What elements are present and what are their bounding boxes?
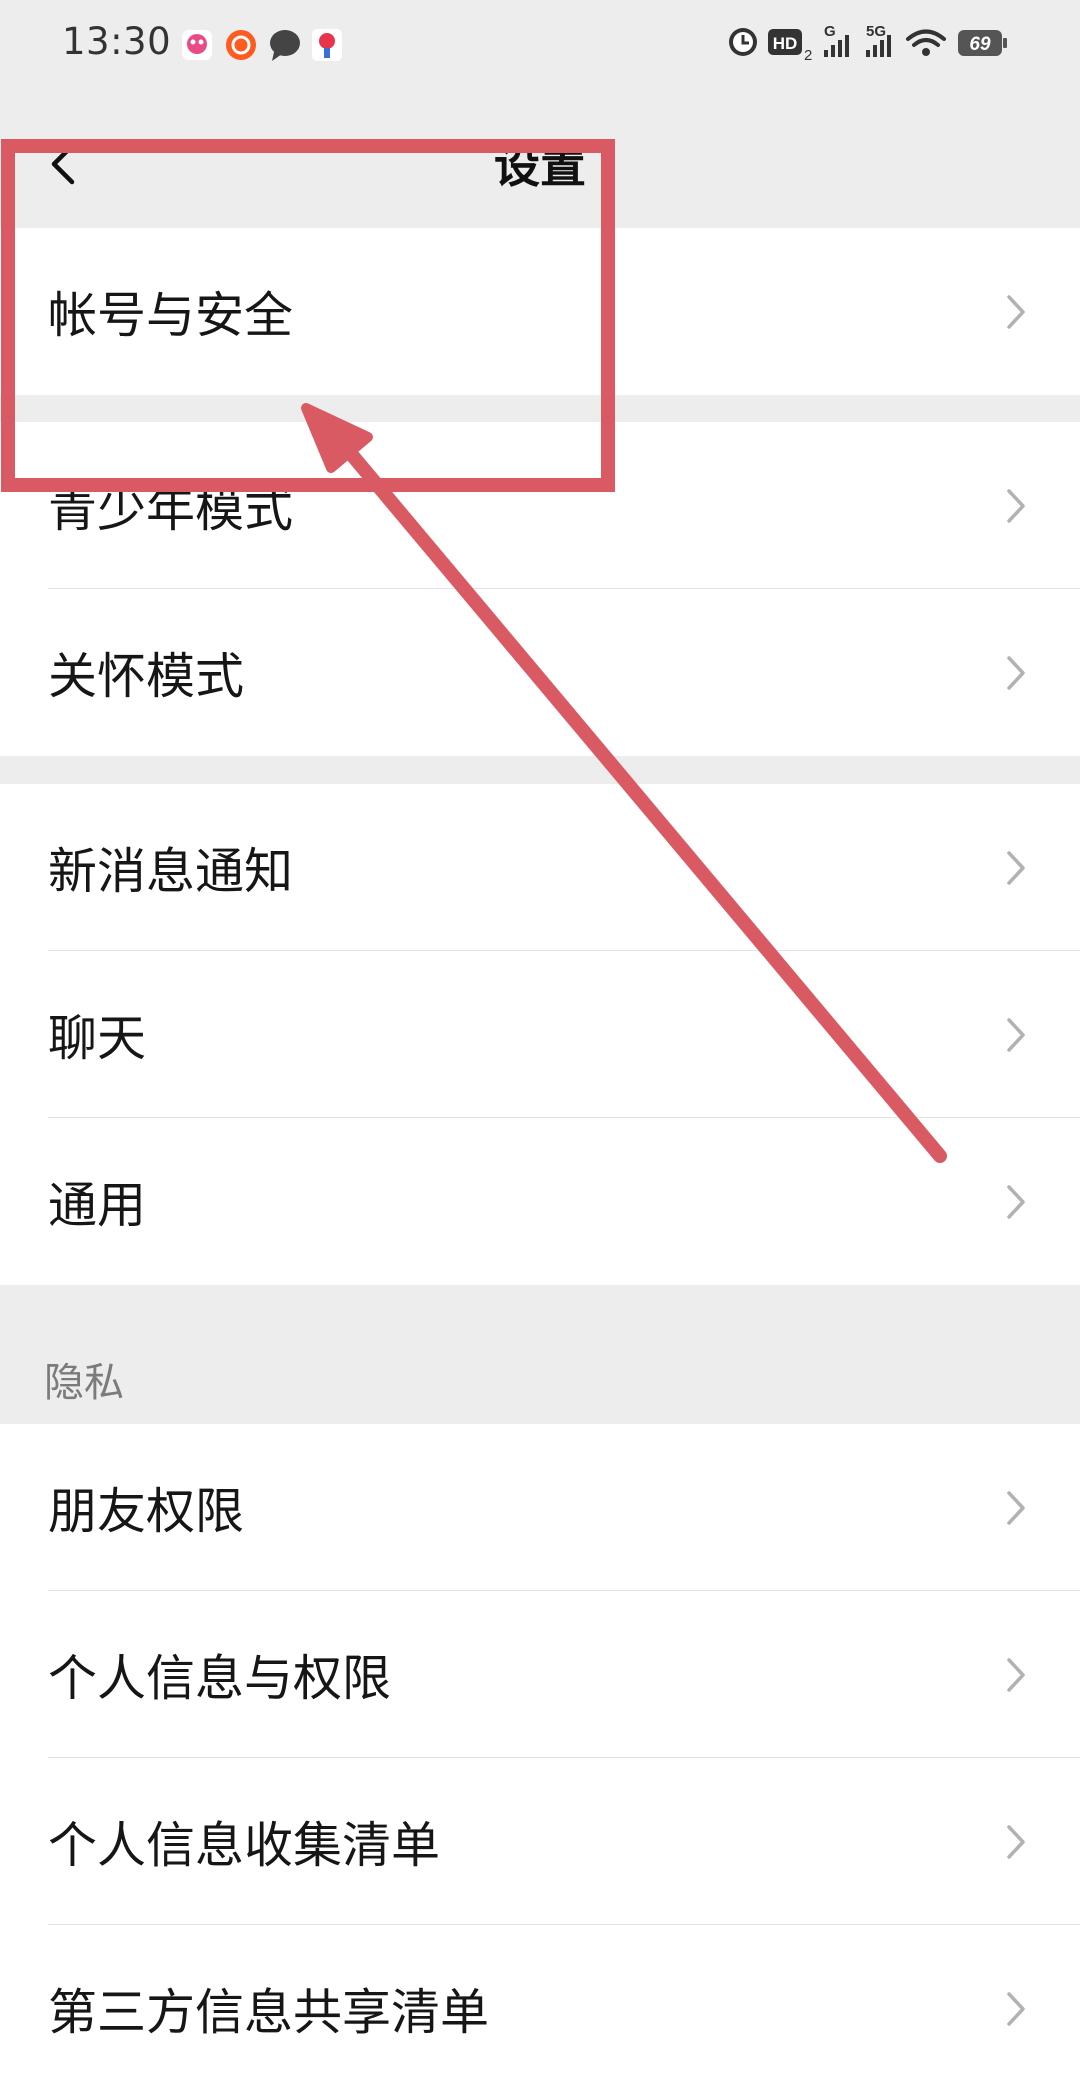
signal-g-icon: G <box>824 23 849 57</box>
map-pin-app-icon <box>312 29 342 61</box>
battery-icon: 69 <box>958 30 1007 56</box>
signal-5g-icon: 5G <box>866 23 891 57</box>
settings-item-label: 朋友权限 <box>48 1483 245 1540</box>
settings-group-modes: 青少年模式 关怀模式 <box>0 422 1080 756</box>
message-icon <box>270 30 300 61</box>
taobao-app-icon <box>226 30 256 60</box>
chevron-right-icon <box>1007 656 1025 690</box>
5g-label: 5G <box>866 23 886 40</box>
settings-group-privacy: 朋友权限 个人信息与权限 个人信息收集清单 第三方信息共享清单 <box>0 1424 1080 2092</box>
chevron-right-icon <box>1007 1992 1025 2026</box>
notification-icons <box>178 24 348 64</box>
settings-item-label: 第三方信息共享清单 <box>48 1984 490 2041</box>
hd-label: HD <box>773 34 798 53</box>
chevron-right-icon <box>1007 1018 1025 1052</box>
settings-item-personal-info-permissions[interactable]: 个人信息与权限 <box>0 1591 1080 1758</box>
settings-item-label: 聊天 <box>48 1010 147 1067</box>
nav-bar: 设置 <box>0 100 1080 226</box>
system-status-icons: HD 2 G 5G 69 <box>720 20 1080 68</box>
battery-level: 69 <box>969 34 991 55</box>
settings-item-label: 关怀模式 <box>48 648 245 705</box>
settings-item-info-collection-list[interactable]: 个人信息收集清单 <box>0 1758 1080 1925</box>
settings-item-notifications[interactable]: 新消息通知 <box>0 784 1080 951</box>
settings-group-general: 新消息通知 聊天 通用 <box>0 784 1080 1285</box>
settings-item-third-party-sharing-list[interactable]: 第三方信息共享清单 <box>0 1925 1080 2092</box>
chevron-right-icon <box>1007 1491 1025 1525</box>
sim-number: 2 <box>804 47 812 64</box>
chevron-right-icon <box>1007 1185 1025 1219</box>
settings-item-teen-mode[interactable]: 青少年模式 <box>0 422 1080 589</box>
settings-item-general[interactable]: 通用 <box>0 1118 1080 1285</box>
settings-item-friend-permissions[interactable]: 朋友权限 <box>0 1424 1080 1591</box>
g-label: G <box>824 23 836 40</box>
hd-icon: HD 2 <box>768 29 812 64</box>
chevron-right-icon <box>1007 295 1025 329</box>
chevron-right-icon <box>1007 1825 1025 1859</box>
status-time: 13:30 <box>62 20 172 63</box>
settings-item-account-security[interactable]: 帐号与安全 <box>0 228 1080 395</box>
settings-item-label: 个人信息收集清单 <box>48 1817 441 1874</box>
settings-item-label: 帐号与安全 <box>48 287 294 344</box>
wifi-icon <box>906 29 946 56</box>
chevron-right-icon <box>1007 489 1025 523</box>
section-header-privacy: 隐私 <box>44 1360 124 1406</box>
chevron-right-icon <box>1007 851 1025 885</box>
alarm-icon <box>729 28 757 56</box>
settings-item-chat[interactable]: 聊天 <box>0 951 1080 1118</box>
chevron-right-icon <box>1007 1658 1025 1692</box>
settings-item-label: 新消息通知 <box>48 843 294 900</box>
soul-app-icon <box>182 30 212 60</box>
settings-item-label: 通用 <box>48 1177 147 1234</box>
settings-group-account: 帐号与安全 <box>0 228 1080 395</box>
settings-item-care-mode[interactable]: 关怀模式 <box>0 589 1080 756</box>
settings-item-label: 青少年模式 <box>48 481 294 538</box>
page-title: 设置 <box>494 139 586 193</box>
settings-item-label: 个人信息与权限 <box>48 1650 392 1707</box>
status-bar: 13:30 HD 2 G 5G 69 <box>0 0 1080 88</box>
